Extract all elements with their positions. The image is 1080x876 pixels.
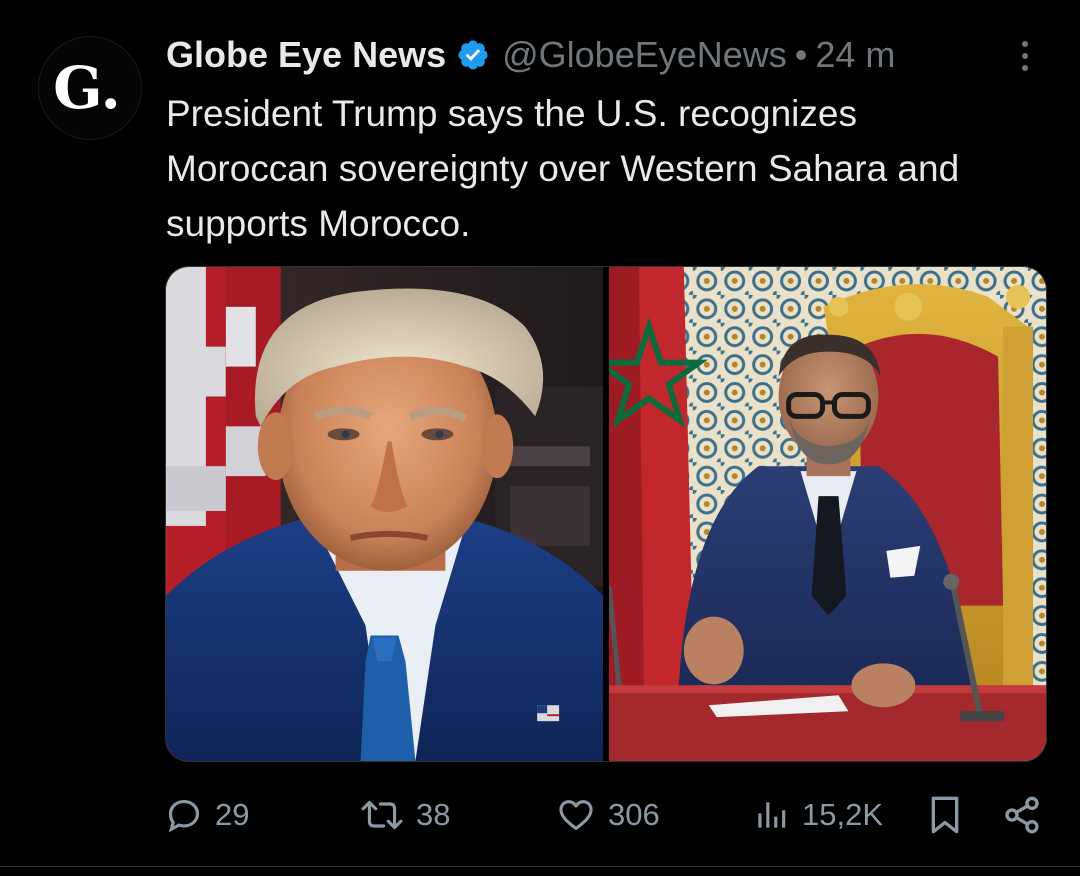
trump-portrait-photo[interactable] bbox=[166, 267, 603, 761]
display-name[interactable]: Globe Eye News bbox=[166, 34, 446, 76]
repost-count: 38 bbox=[416, 797, 451, 832]
tweet[interactable]: G. Globe Eye News @GlobeEyeNews • 24 m P… bbox=[0, 0, 1080, 876]
view-count: 15,2K bbox=[802, 797, 884, 832]
avatar[interactable]: G. bbox=[38, 36, 142, 140]
handle[interactable]: @GlobeEyeNews bbox=[502, 34, 787, 76]
views-button[interactable]: 15,2K bbox=[752, 790, 883, 840]
analytics-icon bbox=[758, 802, 786, 828]
trump-portrait-image bbox=[166, 267, 603, 761]
reply-count: 29 bbox=[215, 797, 250, 832]
reply-icon bbox=[168, 799, 200, 833]
heart-icon bbox=[559, 800, 593, 831]
tweet-actions: 29 38 306 15,2K bbox=[0, 790, 1080, 840]
media-grid[interactable] bbox=[165, 266, 1047, 762]
reply-button[interactable]: 29 bbox=[165, 790, 249, 840]
tweet-text: President Trump says the U.S. recognizes… bbox=[166, 93, 960, 244]
repost-button[interactable]: 38 bbox=[360, 790, 450, 840]
like-count: 306 bbox=[608, 797, 660, 832]
king-portrait-image bbox=[608, 267, 1046, 761]
bookmark-icon bbox=[931, 796, 959, 834]
share-button[interactable] bbox=[1002, 790, 1042, 840]
tweet-header: Globe Eye News @GlobeEyeNews • 24 m bbox=[166, 33, 895, 77]
bookmark-button[interactable] bbox=[928, 790, 962, 840]
verified-badge-icon bbox=[458, 40, 488, 70]
repost-icon bbox=[361, 800, 403, 830]
tweet-divider bbox=[0, 866, 1080, 867]
timestamp[interactable]: 24 m bbox=[815, 34, 895, 76]
share-icon bbox=[1005, 796, 1039, 834]
more-options-icon[interactable] bbox=[1014, 38, 1036, 74]
avatar-logo: G. bbox=[53, 54, 121, 122]
king-mohammed-vi-photo[interactable] bbox=[608, 267, 1046, 761]
like-button[interactable]: 306 bbox=[556, 790, 660, 840]
separator-dot: • bbox=[794, 34, 808, 75]
